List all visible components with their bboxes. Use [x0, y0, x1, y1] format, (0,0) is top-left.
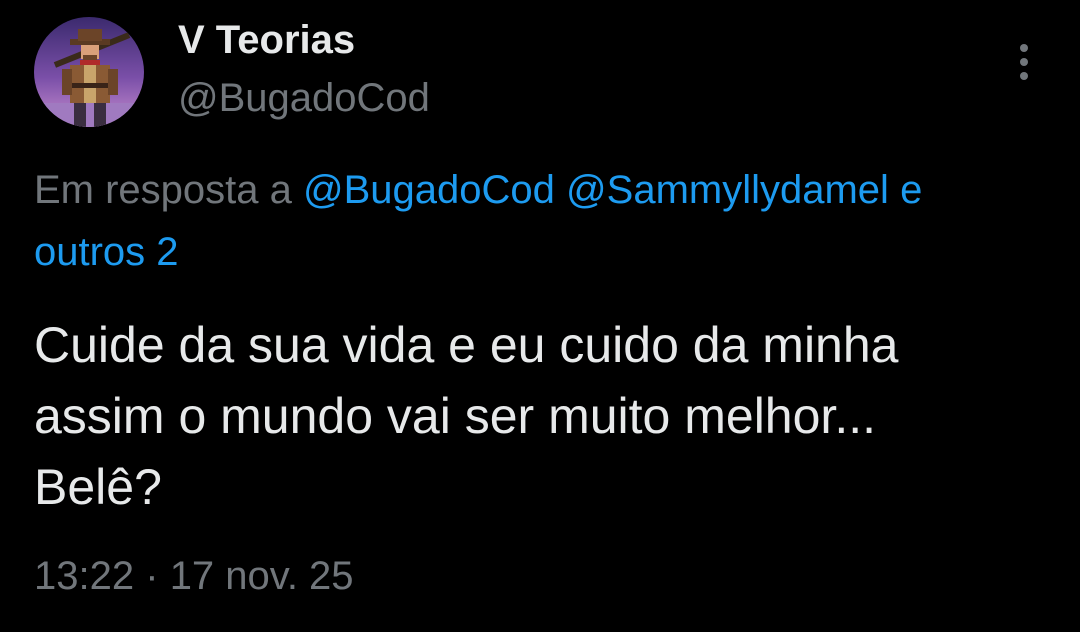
tweet-line: assim o mundo vai ser muito melhor... [34, 388, 876, 444]
reply-context-line-1: Em resposta a @BugadoCod @Sammyllydamel … [34, 159, 1080, 221]
author-display-name[interactable]: V Teorias [178, 14, 355, 66]
mention-link[interactable]: @BugadoCod [303, 168, 555, 212]
reply-context: Em resposta a @BugadoCod @Sammyllydamel … [34, 159, 1080, 283]
tweet-line: Belê? [34, 459, 162, 515]
cowboy-avatar-icon [34, 17, 144, 127]
reply-others-link[interactable]: outros 2 [34, 221, 1080, 283]
tweet-time: 13:22 [34, 554, 135, 598]
reply-prefix: Em resposta a [34, 168, 292, 212]
avatar[interactable] [34, 17, 144, 127]
tweet-timestamp[interactable]: 13:22 · 17 nov. 25 [34, 548, 354, 604]
author-handle[interactable]: @BugadoCod [178, 72, 430, 124]
tweet-line: Cuide da sua vida e eu cuido da minha [34, 317, 899, 373]
tweet-date: 17 nov. 25 [169, 554, 354, 598]
tweet-text: Cuide da sua vida e eu cuido da minha as… [34, 310, 1074, 523]
mention-link[interactable]: @Sammyllydamel [566, 168, 889, 212]
more-dot-icon [1020, 44, 1028, 52]
more-dot-icon [1020, 58, 1028, 66]
more-options-button[interactable] [1006, 38, 1042, 86]
mention-connector[interactable]: e [900, 168, 922, 212]
timestamp-separator: · [145, 554, 159, 598]
more-dot-icon [1020, 72, 1028, 80]
